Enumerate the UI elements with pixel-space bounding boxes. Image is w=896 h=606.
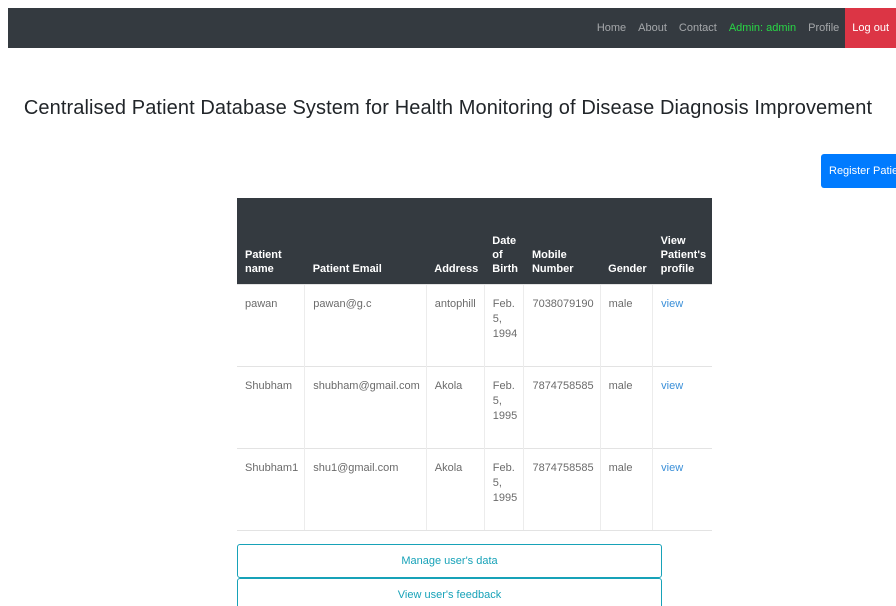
nav-home-link[interactable]: Home bbox=[591, 8, 632, 48]
cell-name: pawan bbox=[237, 283, 305, 366]
view-profile-link[interactable]: view bbox=[661, 380, 683, 392]
patient-table: Patient name Patient Email Address Date … bbox=[237, 198, 713, 531]
cell-dob: Feb. 5, 1995 bbox=[483, 365, 524, 448]
nav-about-link[interactable]: About bbox=[632, 8, 673, 48]
logout-button[interactable]: Log out bbox=[845, 8, 896, 48]
top-navbar: Home About Contact Admin: admin Profile … bbox=[8, 8, 896, 48]
cell-view: view bbox=[652, 447, 713, 531]
view-profile-link[interactable]: view bbox=[661, 462, 683, 474]
table-row: Shubham1 shu1@gmail.com Akola Feb. 5, 19… bbox=[237, 447, 713, 531]
register-patient-button[interactable]: Register Patient bbox=[821, 154, 896, 188]
header-patient-email: Patient Email bbox=[304, 198, 427, 284]
cell-email: pawan@g.c bbox=[304, 283, 427, 366]
cell-view: view bbox=[652, 365, 713, 448]
cell-dob: Feb. 5, 1995 bbox=[483, 447, 524, 531]
cell-name: Shubham1 bbox=[237, 447, 305, 531]
header-gender: Gender bbox=[600, 198, 653, 284]
cell-email: shu1@gmail.com bbox=[304, 447, 427, 531]
header-date-of-birth: Date of Birth bbox=[484, 198, 524, 284]
cell-name: Shubham bbox=[237, 365, 305, 448]
cell-dob: Feb. 5, 1994 bbox=[483, 283, 524, 366]
manage-users-data-button[interactable]: Manage user's data bbox=[237, 544, 662, 578]
cell-mobile: 7874758585 bbox=[523, 447, 601, 531]
header-patient-name: Patient name bbox=[237, 198, 305, 284]
cell-gender: male bbox=[599, 283, 653, 366]
header-address: Address bbox=[426, 198, 485, 284]
nav-profile-link[interactable]: Profile bbox=[802, 8, 845, 48]
cell-address: Akola bbox=[425, 447, 485, 531]
header-mobile-number: Mobile Number bbox=[523, 198, 601, 284]
cell-address: antophill bbox=[425, 283, 485, 366]
header-view-profile: View Patient's profile bbox=[652, 198, 713, 284]
page-title: Centralised Patient Database System for … bbox=[23, 97, 873, 119]
view-profile-link[interactable]: view bbox=[661, 298, 683, 310]
cell-mobile: 7038079190 bbox=[523, 283, 601, 366]
cell-email: shubham@gmail.com bbox=[304, 365, 427, 448]
table-row: Shubham shubham@gmail.com Akola Feb. 5, … bbox=[237, 365, 713, 448]
view-users-feedback-button[interactable]: View user's feedback bbox=[237, 578, 662, 606]
cell-view: view bbox=[652, 283, 713, 366]
table-row: pawan pawan@g.c antophill Feb. 5, 1994 7… bbox=[237, 283, 713, 366]
cell-gender: male bbox=[599, 365, 653, 448]
nav-admin-label[interactable]: Admin: admin bbox=[723, 8, 802, 48]
cell-gender: male bbox=[599, 447, 653, 531]
nav-contact-link[interactable]: Contact bbox=[673, 8, 723, 48]
table-header: Patient name Patient Email Address Date … bbox=[237, 198, 713, 284]
cell-address: Akola bbox=[425, 365, 485, 448]
cell-mobile: 7874758585 bbox=[523, 365, 601, 448]
